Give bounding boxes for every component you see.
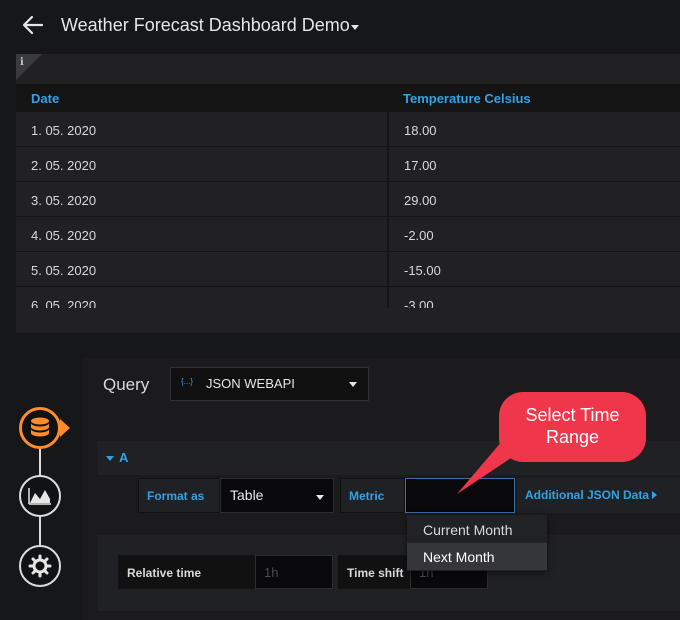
annotation-callout: Select Time Range: [499, 392, 646, 462]
cell-date: 5. 05. 2020: [31, 263, 97, 278]
time-shift-label: Time shift: [338, 555, 410, 589]
arrow-left-icon[interactable]: [20, 12, 46, 38]
metric-option-next-month[interactable]: Next Month: [407, 543, 547, 570]
json-datasource-icon: {...}: [181, 377, 194, 386]
table-body: 1. 05. 2020 18.00 2. 05. 2020 17.00 3. 0…: [16, 112, 680, 308]
table-header: Date Temperature Celsius: [16, 84, 680, 112]
query-heading: Query: [103, 375, 150, 394]
sidebar-step-visualization[interactable]: [19, 475, 61, 517]
datasource-label: JSON WEBAPI: [206, 376, 295, 391]
table-panel: i Date Temperature Celsius 1. 05. 2020 1…: [16, 54, 680, 333]
cell-date: 1. 05. 2020: [31, 123, 97, 138]
table-row: 3. 05. 2020 29.00: [16, 182, 680, 217]
callout-line-1: Select Time: [525, 405, 620, 425]
cell-temperature: -3.00: [404, 298, 434, 308]
cell-temperature: 29.00: [404, 193, 437, 208]
collapse-caret-icon[interactable]: [106, 456, 114, 461]
datasource-select[interactable]: {...} JSON WEBAPI: [170, 367, 369, 401]
table-row: 6. 05. 2020 -3.00: [16, 287, 680, 308]
metric-dropdown: Current Month Next Month: [407, 515, 547, 571]
info-icon[interactable]: i: [20, 57, 24, 68]
cell-date: 4. 05. 2020: [31, 228, 97, 243]
chart-icon: [28, 488, 51, 505]
database-icon: [31, 417, 49, 437]
table-row: 2. 05. 2020 17.00: [16, 147, 680, 182]
chevron-down-icon[interactable]: [351, 25, 359, 30]
column-header-temperature[interactable]: Temperature Celsius: [403, 91, 531, 106]
table-row: 1. 05. 2020 18.00: [16, 112, 680, 147]
additional-json-data-toggle[interactable]: Additional JSON Data: [517, 478, 680, 513]
sidebar-step-queries[interactable]: [19, 407, 61, 449]
format-as-label: Format as: [138, 478, 220, 513]
chevron-right-icon: [652, 491, 658, 499]
sidebar-step-general[interactable]: [19, 545, 61, 587]
table-row: 5. 05. 2020 -15.00: [16, 252, 680, 287]
chevron-down-icon: [349, 382, 357, 387]
chevron-down-icon: [316, 495, 324, 500]
relative-time-label: Relative time: [118, 555, 255, 589]
gear-icon: [28, 554, 52, 578]
format-as-value: Table: [230, 487, 264, 503]
cell-date: 3. 05. 2020: [31, 193, 97, 208]
cell-date: 6. 05. 2020: [31, 298, 97, 308]
relative-time-input[interactable]: 1h: [255, 555, 333, 589]
dashboard-title[interactable]: Weather Forecast Dashboard Demo: [61, 15, 350, 36]
cell-temperature: 17.00: [404, 158, 437, 173]
table-row: 4. 05. 2020 -2.00: [16, 217, 680, 252]
cell-temperature: -2.00: [404, 228, 434, 243]
metric-label: Metric: [340, 478, 405, 513]
top-bar: Weather Forecast Dashboard Demo: [0, 0, 680, 54]
additional-json-label: Additional JSON Data: [525, 488, 650, 502]
format-as-select[interactable]: Table: [220, 478, 334, 513]
column-divider: [387, 112, 389, 308]
cell-date: 2. 05. 2020: [31, 158, 97, 173]
metric-option-current-month[interactable]: Current Month: [407, 516, 547, 543]
active-step-pointer: [60, 419, 70, 437]
column-header-date[interactable]: Date: [31, 91, 59, 106]
callout-line-2: Range: [545, 427, 600, 447]
cell-temperature: 18.00: [404, 123, 437, 138]
query-ref-id[interactable]: A: [119, 450, 128, 465]
cell-temperature: -15.00: [404, 263, 441, 278]
